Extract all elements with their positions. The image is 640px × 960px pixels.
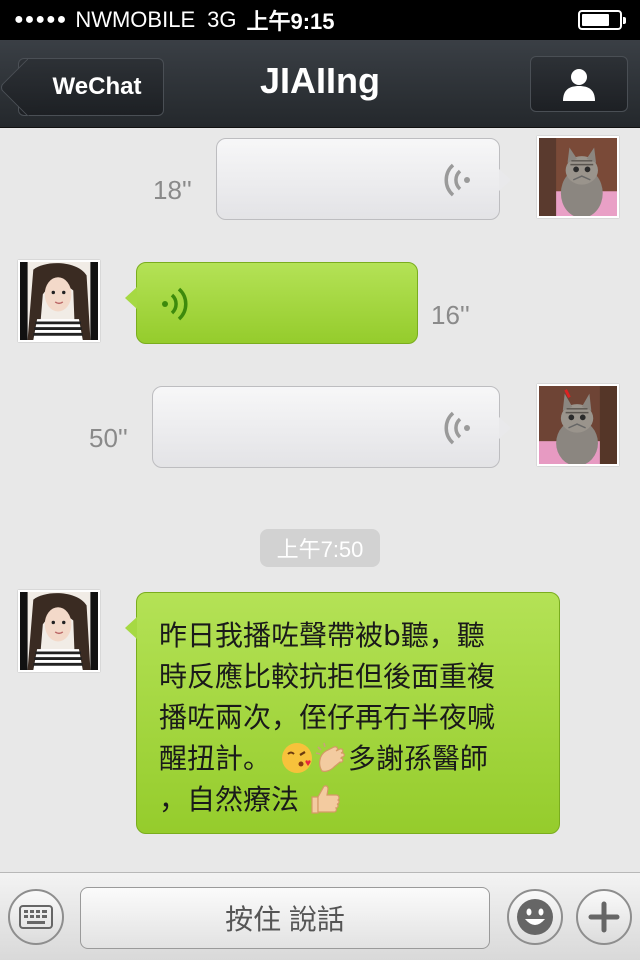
back-button[interactable]: WeChat <box>18 58 164 116</box>
text-message-bubble[interactable]: 昨日我播咗聲帶被b聽，聽 時反應比較抗拒但後面重複 播咗兩次，侄仔再冇半夜喊 醒… <box>125 592 560 834</box>
voice-duration: 18'' <box>153 175 192 205</box>
my-avatar[interactable] <box>537 136 619 218</box>
emoji-button[interactable] <box>507 889 563 945</box>
message-line: 時反應比較抗拒但後面重複 <box>159 660 496 693</box>
message-segment: 醒扭計。 <box>159 742 272 775</box>
message-line: 播咗兩次，侄仔再冇半夜喊 <box>159 701 496 734</box>
voice-message-bubble[interactable] <box>152 386 511 468</box>
cat-photo <box>539 138 617 216</box>
input-bar: 按住 說話 <box>0 872 640 960</box>
keyboard-icon <box>19 905 53 929</box>
bubble-tail <box>499 417 511 439</box>
carrier-name: NWMOBILE <box>75 7 196 32</box>
message-line: 昨日我播咗聲帶被b聽，聽 <box>159 619 485 652</box>
message-line-5: ，自然療法 <box>159 779 541 820</box>
chat-title: JIAIIng <box>259 60 380 101</box>
bubble-tail <box>499 169 511 191</box>
voice-message-bubble[interactable] <box>125 262 418 344</box>
thumbs-up-emoji <box>311 785 340 814</box>
my-avatar[interactable] <box>537 384 619 466</box>
network-type: 3G <box>207 7 237 32</box>
cat-photo <box>539 386 617 464</box>
battery-icon <box>578 10 626 30</box>
contact-photo <box>20 592 98 670</box>
battery-level <box>582 14 609 26</box>
message-line-4: 醒扭計。 多謝孫醫師 <box>159 738 541 779</box>
contact-photo <box>20 262 98 340</box>
voice-duration: 16'' <box>431 300 470 330</box>
navigation-bar: WeChat JIAIIng <box>0 40 640 128</box>
smiley-icon <box>517 899 553 935</box>
status-time: 上午9:15 <box>246 9 335 34</box>
chat-area[interactable]: 18'' 16'' 50'' 上午7:50 昨日我播咗聲帶被b聽，聽 時反應比較… <box>0 128 640 872</box>
keyboard-button[interactable] <box>8 889 64 945</box>
contact-avatar[interactable] <box>18 260 100 342</box>
voice-wave-icon <box>162 287 188 321</box>
message-segment: 多謝孫醫師 <box>347 742 488 775</box>
message-text: 昨日我播咗聲帶被b聽，聽 時反應比較抗拒但後面重複 播咗兩次，侄仔再冇半夜喊 醒… <box>159 615 541 820</box>
message-timestamp: 上午7:50 <box>260 529 380 567</box>
signal-strength-icon: ●●●●● <box>14 11 68 28</box>
more-options-button[interactable] <box>576 889 632 945</box>
plus-icon <box>588 901 620 933</box>
voice-duration: 50'' <box>89 423 128 453</box>
voice-message-bubble[interactable] <box>216 138 511 220</box>
bubble-tail <box>125 287 137 309</box>
clapping-hands-emoji <box>315 742 345 772</box>
back-button-label: WeChat <box>52 73 142 100</box>
message-segment: ，自然療法 <box>159 783 300 816</box>
hold-to-talk-button[interactable]: 按住 說話 <box>80 887 490 949</box>
status-bar: ●●●●● NWMOBILE 3G 上午9:15 <box>0 0 640 40</box>
person-icon <box>563 69 595 101</box>
kissing-face-emoji <box>281 743 312 773</box>
profile-button[interactable] <box>530 56 628 112</box>
voice-wave-icon <box>444 163 470 197</box>
bubble-tail <box>125 617 137 639</box>
contact-avatar[interactable] <box>18 590 100 672</box>
voice-wave-icon <box>444 411 470 445</box>
